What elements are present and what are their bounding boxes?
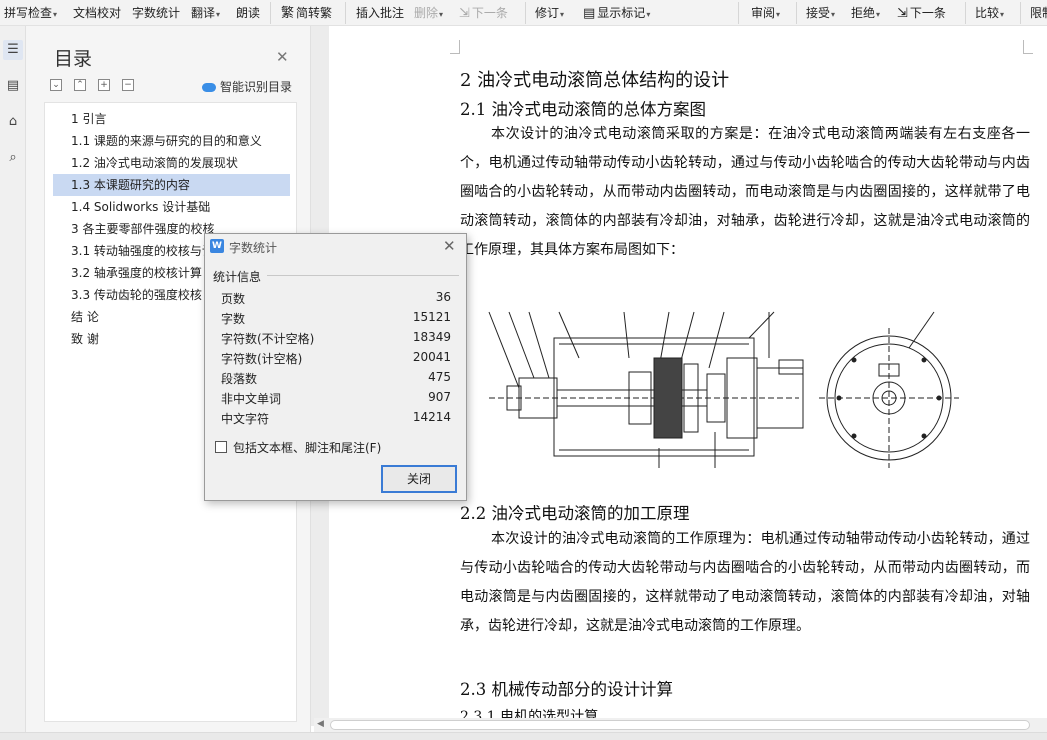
close-button[interactable]: 关闭 [381, 465, 457, 493]
search-icon[interactable]: ⌕ [3, 148, 23, 168]
stat-row: 字符数(计空格) 20041 [221, 350, 451, 366]
review-button[interactable]: 审阅▾ [751, 4, 780, 22]
chevron-down-icon: ▾ [439, 10, 444, 19]
paragraph-scheme: 本次设计的油冷式电动滚筒采取的方案是：在油冷式电动滚筒两端装有左右支座各一个，电… [460, 126, 1030, 258]
next-comment-icon: ⇲ [459, 6, 470, 21]
reject-button[interactable]: 拒绝▾ [851, 4, 880, 22]
ribbon-toolbar: 拼写检查▾ 文档校对 字数统计 翻译▾ 朗读 繁简转繁 插入批注 删除▾ ⇲ 下一… [0, 0, 1047, 26]
chevron-down-icon: ▾ [776, 10, 781, 19]
include-footnotes-label[interactable]: 包括文本框、脚注和尾注(F) [233, 439, 381, 456]
heading-2: 2 油冷式电动滚筒总体结构的设计 [460, 70, 730, 91]
close-icon[interactable]: ✕ [443, 237, 456, 255]
divider [738, 2, 739, 24]
toc-item-selected[interactable]: 1.3 本课题研究的内容 [53, 174, 290, 196]
simp-trad-button[interactable]: 繁简转繁 [281, 4, 332, 22]
insert-comment-button[interactable]: 插入批注 [356, 4, 404, 22]
chevron-down-icon: ▾ [646, 10, 651, 19]
compare-button[interactable]: 比较▾ [975, 4, 1004, 22]
chevron-down-icon: ▾ [1000, 10, 1005, 19]
paragraph-principle: 本次设计的油冷式电动滚筒的工作原理为：电机通过传动轴带动传动小齿轮转动，通过与传… [460, 531, 1030, 634]
divider [270, 2, 271, 24]
cloud-icon [202, 83, 216, 92]
stat-row: 段落数 475 [221, 370, 451, 386]
margin-mark [450, 40, 460, 54]
margin-mark [1023, 40, 1033, 54]
chevron-down-icon: ▾ [53, 10, 58, 19]
divider [796, 2, 797, 24]
stat-row: 字数 15121 [221, 310, 451, 326]
next-comment-button[interactable]: ⇲ 下一条 [459, 4, 508, 22]
toc-view-icon[interactable]: ☰ [3, 40, 23, 60]
horizontal-scrollbar[interactable]: ◀ [314, 718, 1047, 732]
scrollbar-thumb[interactable] [330, 720, 1030, 730]
heading-2-1: 2.1 油冷式电动滚筒的总体方案图 [460, 100, 706, 119]
divider [345, 2, 346, 24]
translate-button[interactable]: 翻译▾ [191, 4, 220, 22]
read-aloud-button[interactable]: 朗读 [236, 4, 260, 22]
convert-icon: 繁 [281, 6, 295, 21]
show-markup-button[interactable]: ▤ 显示标记▾ [583, 4, 650, 22]
add-level-icon[interactable]: + [98, 79, 110, 91]
close-icon[interactable]: ✕ [276, 48, 289, 66]
word-count-button[interactable]: 字数统计 [132, 4, 180, 22]
collapse-all-icon[interactable]: ⌃ [74, 79, 86, 91]
status-bar [0, 732, 1047, 740]
nav-strip: ☰ ▤ ⌂ ⌕ [0, 26, 26, 740]
chevron-down-icon: ▾ [831, 10, 836, 19]
restrict-button[interactable]: 限制 [1030, 4, 1047, 22]
toc-item[interactable]: 1.2 油冷式电动滚筒的发展现状 [53, 152, 290, 174]
expand-all-icon[interactable]: ⌄ [50, 79, 62, 91]
toc-title: 目录 [54, 48, 93, 70]
app-logo-icon: W [210, 239, 224, 253]
remove-level-icon[interactable]: − [122, 79, 134, 91]
divider [965, 2, 966, 24]
smart-toc-button[interactable]: 智能识别目录 [202, 78, 292, 95]
heading-2-2: 2.2 油冷式电动滚筒的加工原理 [460, 504, 690, 523]
divider [1020, 2, 1021, 24]
delete-comment-button[interactable]: 删除▾ [414, 4, 443, 22]
chevron-down-icon: ▾ [560, 10, 565, 19]
chevron-down-icon: ▾ [876, 10, 881, 19]
stat-row: 中文字符 14214 [221, 410, 451, 426]
spell-check-button[interactable]: 拼写检查▾ [4, 4, 57, 22]
doc-proof-button[interactable]: 文档校对 [73, 4, 121, 22]
stats-group-label: 统计信息 [213, 270, 262, 284]
dialog-title: 字数统计 [229, 241, 278, 255]
include-footnotes-checkbox[interactable] [215, 441, 227, 453]
toc-item[interactable]: 1.1 课题的来源与研究的目的和意义 [53, 130, 290, 152]
drum-assembly-figure [488, 311, 959, 468]
toc-item[interactable]: 1.4 Solidworks 设计基础 [53, 196, 290, 218]
next-change-button[interactable]: ⇲ 下一条 [897, 4, 946, 22]
bookmark-icon[interactable]: ⌂ [3, 112, 23, 132]
markup-icon: ▤ [583, 6, 596, 21]
divider [525, 2, 526, 24]
heading-2-3: 2.3 机械传动部分的设计计算 [460, 680, 673, 699]
next-change-icon: ⇲ [897, 6, 908, 21]
divider [267, 275, 459, 276]
word-count-dialog: W 字数统计 ✕ 统计信息 页数 36 字数 15121 字符数(不计空格) 1834… [204, 233, 467, 501]
stat-row: 非中文单词 907 [221, 390, 451, 406]
chevron-down-icon: ▾ [216, 10, 221, 19]
scroll-left-icon[interactable]: ◀ [317, 719, 324, 729]
stat-row: 字符数(不计空格) 18349 [221, 330, 451, 346]
accept-button[interactable]: 接受▾ [806, 4, 835, 22]
stat-row: 页数 36 [221, 290, 451, 306]
revise-button[interactable]: 修订▾ [535, 4, 564, 22]
chapter-view-icon[interactable]: ▤ [3, 76, 23, 96]
toc-item[interactable]: 1 引言 [53, 108, 290, 130]
